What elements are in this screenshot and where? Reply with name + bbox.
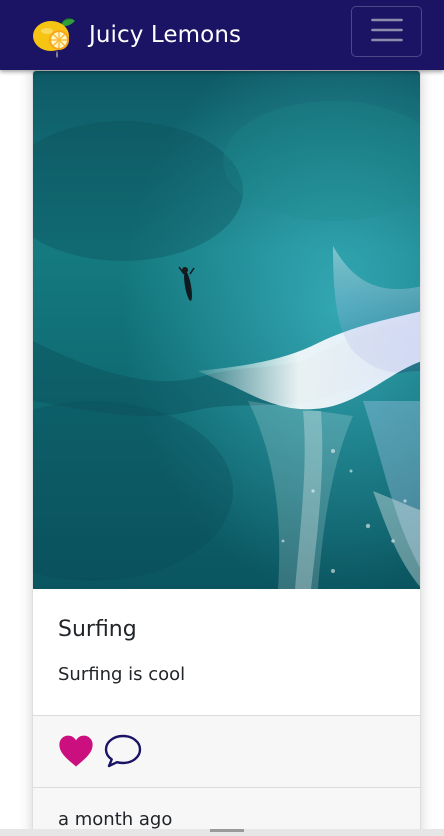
card-body: Surfing Surfing is cool xyxy=(33,589,420,715)
scroll-handle[interactable] xyxy=(210,829,244,832)
brand-name: Juicy Lemons xyxy=(89,22,242,48)
post-actions xyxy=(33,715,420,788)
lemon-logo-icon xyxy=(31,12,77,58)
post-description: Surfing is cool xyxy=(58,664,186,685)
post-image xyxy=(33,71,420,589)
comment-bubble-icon[interactable] xyxy=(103,732,143,770)
menu-toggle-button[interactable] xyxy=(351,6,422,57)
post-title: Surfing xyxy=(58,617,137,642)
top-navbar: Juicy Lemons xyxy=(0,0,444,70)
hamburger-menu-icon xyxy=(370,17,403,46)
brand-link[interactable]: Juicy Lemons xyxy=(31,12,241,58)
heart-icon[interactable] xyxy=(57,732,95,770)
bottom-scroll-bar xyxy=(0,829,444,836)
post-timestamp: a month ago xyxy=(58,809,173,830)
post-card: Surfing Surfing is cool a month ago xyxy=(32,70,421,836)
